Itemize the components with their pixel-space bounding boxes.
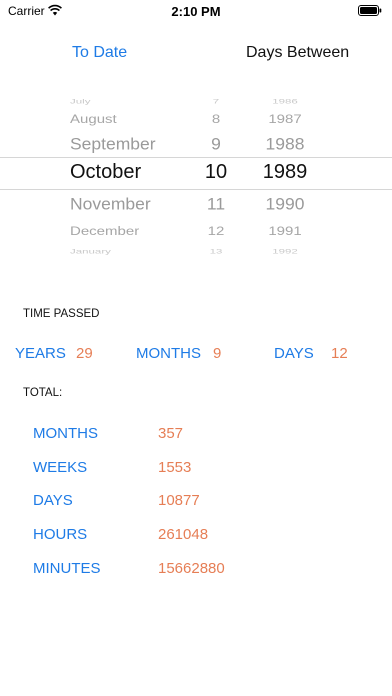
date-picker[interactable]: July 7 1986 August 8 1987 September 9 1988 Octobe… <box>0 88 392 256</box>
picker-day: 11 <box>206 194 226 214</box>
picker-year: 1991 <box>268 224 302 239</box>
total-weeks-value: 1553 <box>158 459 192 476</box>
time-passed-heading: TIME PASSED <box>23 308 100 320</box>
picker-month: October <box>70 161 142 183</box>
picker-month: December <box>70 224 140 239</box>
days-label: DAYS <box>274 345 314 362</box>
picker-year: 1989 <box>262 161 308 183</box>
years-value: 29 <box>76 345 93 362</box>
battery-icon <box>358 5 382 16</box>
picker-row-selected[interactable]: October 10 1989 <box>0 158 392 186</box>
picker-row[interactable]: August 8 1987 <box>0 109 392 131</box>
to-date-button[interactable]: To Date <box>72 44 127 62</box>
total-heading: TOTAL: <box>23 387 63 399</box>
picker-year: 1988 <box>265 134 305 154</box>
picker-month: January <box>70 248 111 256</box>
years-label: YEARS <box>15 345 66 362</box>
picker-row[interactable]: December 12 1991 <box>0 221 392 243</box>
days-between-title: Days Between <box>246 44 350 61</box>
picker-day: 10 <box>204 161 228 183</box>
picker-row[interactable]: January 13 1992 <box>0 244 392 256</box>
picker-day: 9 <box>211 134 221 154</box>
picker-year: 1987 <box>268 112 302 127</box>
picker-month: August <box>70 112 117 127</box>
picker-day: 12 <box>207 224 225 239</box>
picker-year: 1990 <box>265 194 305 214</box>
picker-row[interactable]: September 9 1988 <box>0 131 392 158</box>
clock: 2:10 PM <box>171 4 221 19</box>
total-hours-value: 261048 <box>158 526 209 543</box>
picker-month: November <box>70 194 151 214</box>
picker-year: 1986 <box>272 98 298 106</box>
picker-year: 1992 <box>272 248 298 256</box>
total-months-value: 357 <box>158 425 184 442</box>
total-minutes-label: MINUTES <box>33 560 101 577</box>
picker-day: 8 <box>211 112 221 127</box>
picker-month: July <box>70 98 91 106</box>
status-bar: Carrier 2:10 PM <box>0 0 392 22</box>
picker-row[interactable]: November 11 1990 <box>0 191 392 218</box>
picker-day: 13 <box>209 248 223 256</box>
total-weeks-label: WEEKS <box>33 459 88 476</box>
total-minutes-value: 15662880 <box>158 560 225 577</box>
picker-day: 7 <box>212 98 220 106</box>
months-label: MONTHS <box>136 345 201 362</box>
total-days-value: 10877 <box>158 492 200 509</box>
total-hours-label: HOURS <box>33 526 88 543</box>
picker-row[interactable]: July 7 1986 <box>0 94 392 109</box>
picker-month: September <box>70 134 156 154</box>
days-value: 12 <box>331 345 348 362</box>
total-days-label: DAYS <box>33 492 73 509</box>
total-months-label: MONTHS <box>33 425 98 442</box>
months-value: 9 <box>213 345 222 362</box>
